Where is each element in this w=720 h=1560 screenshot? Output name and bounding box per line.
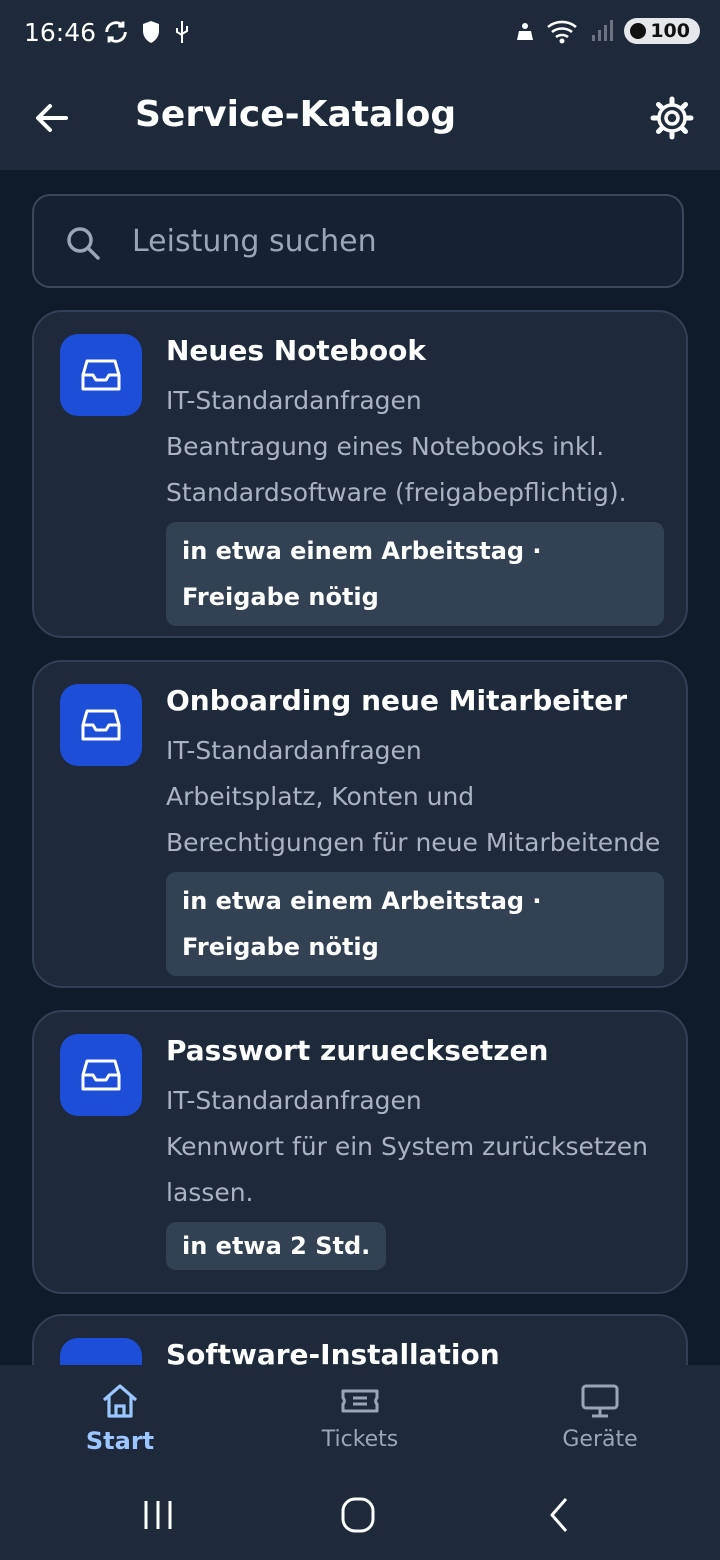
recent-apps-button[interactable] bbox=[134, 1495, 182, 1535]
bottom-navigation: Start Tickets Geräte bbox=[0, 1365, 720, 1475]
battery-level: 100 bbox=[650, 20, 690, 42]
catalog-item-badge: in etwa einem Arbeitstag · Freigabe nöti… bbox=[166, 522, 664, 626]
catalog-content[interactable]: Leistung suchen Neues Notebook IT-Standa… bbox=[0, 170, 720, 1365]
settings-button[interactable] bbox=[644, 90, 700, 146]
back-button[interactable] bbox=[26, 92, 78, 144]
search-placeholder: Leistung suchen bbox=[132, 224, 377, 259]
catalog-item-description: Kennwort für ein System zurücksetzen las… bbox=[166, 1132, 649, 1207]
nav-item-tickets[interactable]: Tickets bbox=[280, 1365, 440, 1475]
catalog-item-software-installation[interactable]: Software-Installation bbox=[32, 1314, 688, 1365]
inbox-icon bbox=[60, 1338, 142, 1365]
catalog-item-title: Software-Installation bbox=[166, 1338, 500, 1365]
inbox-icon bbox=[60, 684, 142, 766]
nav-label: Geräte bbox=[562, 1427, 638, 1452]
catalog-item-category: IT-Standardanfragen bbox=[166, 1086, 422, 1115]
usb-icon bbox=[176, 21, 188, 43]
search-icon bbox=[67, 227, 100, 260]
status-bar: 16:46 100 bbox=[0, 0, 720, 70]
system-back-button[interactable] bbox=[536, 1495, 584, 1535]
home-circle-icon bbox=[341, 1497, 375, 1533]
app-bar: Service-Katalog bbox=[0, 70, 720, 170]
arrow-left-icon bbox=[36, 104, 68, 132]
catalog-item-onboarding[interactable]: Onboarding neue Mitarbeiter IT-Standarda… bbox=[32, 660, 688, 988]
status-time: 16:46 bbox=[24, 18, 97, 47]
wifi-icon bbox=[547, 20, 578, 44]
gear-icon bbox=[650, 96, 694, 140]
nav-item-geraete[interactable]: Geräte bbox=[520, 1365, 680, 1475]
status-icons-right: 100 bbox=[514, 18, 700, 44]
catalog-item-passwort[interactable]: Passwort zuruecksetzen IT-Standardanfrag… bbox=[32, 1010, 688, 1294]
status-icons-left bbox=[102, 18, 192, 46]
ticket-icon bbox=[341, 1389, 379, 1413]
battery-indicator: 100 bbox=[624, 18, 700, 44]
page-title: Service-Katalog bbox=[135, 94, 457, 135]
monitor-icon bbox=[581, 1384, 619, 1418]
catalog-item-description: Beantragung eines Notebooks inkl. Standa… bbox=[166, 432, 627, 507]
catalog-item-title: Neues Notebook bbox=[166, 334, 426, 367]
catalog-item-title: Onboarding neue Mitarbeiter bbox=[166, 684, 628, 717]
chevron-left-icon bbox=[550, 1498, 568, 1532]
recent-apps-icon bbox=[144, 1501, 172, 1529]
nav-label: Start bbox=[85, 1427, 155, 1455]
catalog-item-category: IT-Standardanfragen bbox=[166, 386, 422, 415]
catalog-item-title: Passwort zuruecksetzen bbox=[166, 1034, 549, 1067]
battery-icon bbox=[630, 23, 647, 39]
catalog-item-badge: in etwa einem Arbeitstag · Freigabe nöti… bbox=[166, 872, 664, 976]
search-input[interactable]: Leistung suchen bbox=[32, 194, 684, 288]
inbox-icon bbox=[60, 334, 142, 416]
shield-icon bbox=[143, 21, 159, 43]
nav-label: Tickets bbox=[321, 1427, 399, 1452]
system-navigation bbox=[0, 1475, 720, 1560]
catalog-item-category: IT-Standardanfragen bbox=[166, 736, 422, 765]
signal-icon bbox=[592, 20, 614, 41]
home-icon bbox=[102, 1384, 138, 1418]
inbox-icon bbox=[60, 1034, 142, 1116]
notification-icon bbox=[517, 23, 534, 40]
sync-icon bbox=[105, 21, 127, 43]
home-button[interactable] bbox=[334, 1495, 382, 1535]
catalog-item-neues-notebook[interactable]: Neues Notebook IT-Standardanfragen Beant… bbox=[32, 310, 688, 638]
nav-item-start[interactable]: Start bbox=[40, 1365, 200, 1475]
catalog-item-badge: in etwa 2 Std. bbox=[166, 1222, 387, 1270]
